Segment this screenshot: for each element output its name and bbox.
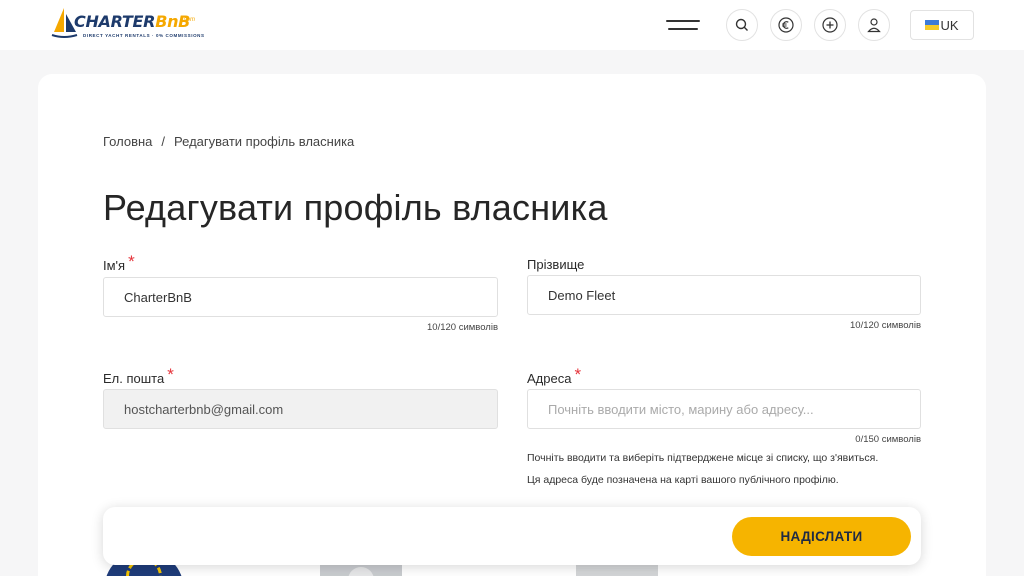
site-logo[interactable]: CHARTERBnB .com DIRECT YACHT RENTALS · 0… <box>50 6 210 42</box>
last-name-label: Прізвище <box>527 257 585 272</box>
email-input: hostcharterbnb@gmail.com <box>103 389 498 429</box>
breadcrumb: Головна / Редагувати профіль власника <box>103 134 354 149</box>
last-name-input[interactable]: Demo Fleet <box>527 275 921 315</box>
required-mark: * <box>167 365 174 384</box>
search-icon <box>735 18 748 31</box>
top-header: CHARTERBnB .com DIRECT YACHT RENTALS · 0… <box>0 0 1024 50</box>
language-code: UK <box>940 17 959 33</box>
user-icon <box>867 18 881 33</box>
ukraine-flag-icon <box>925 20 940 30</box>
first-name-label: Ім'я * <box>103 252 135 273</box>
address-hint-select: Почніть вводити та виберіть підтверджене… <box>527 452 879 464</box>
currency-button[interactable] <box>770 9 802 41</box>
required-mark: * <box>574 365 582 384</box>
page-title: Редагувати профіль власника <box>103 187 608 228</box>
email-label: Ел. пошта * <box>103 365 174 386</box>
address-label: Адреса * <box>527 365 582 386</box>
address-input[interactable]: Почніть вводити місто, марину або адресу… <box>527 389 921 429</box>
submit-button[interactable]: НАДІСЛАТИ <box>732 517 911 556</box>
address-hint-map: Ця адреса буде позначена на карті вашого… <box>527 474 839 486</box>
breadcrumb-separator: / <box>161 134 166 149</box>
add-icon <box>822 17 838 33</box>
required-mark: * <box>128 252 135 271</box>
language-selector[interactable]: UK <box>910 10 974 40</box>
search-button[interactable] <box>726 9 758 41</box>
logo-domain: .com <box>182 17 196 23</box>
breadcrumb-current: Редагувати профіль власника <box>174 134 355 149</box>
last-name-counter: 10/120 символів <box>850 320 921 331</box>
first-name-counter: 10/120 символів <box>427 322 498 333</box>
address-counter: 0/150 символів <box>855 434 921 445</box>
first-name-input[interactable]: CharterBnB <box>103 277 498 317</box>
menu-icon[interactable] <box>666 17 700 33</box>
breadcrumb-home-link[interactable]: Головна <box>103 134 152 149</box>
euro-icon <box>778 17 794 33</box>
logo-tagline: DIRECT YACHT RENTALS · 0% COMMISSIONS <box>83 33 205 38</box>
submit-bar: НАДІСЛАТИ <box>103 507 921 565</box>
account-button[interactable] <box>858 9 890 41</box>
logo-wordmark: CHARTERBnB <box>74 12 191 31</box>
add-listing-button[interactable] <box>814 9 846 41</box>
